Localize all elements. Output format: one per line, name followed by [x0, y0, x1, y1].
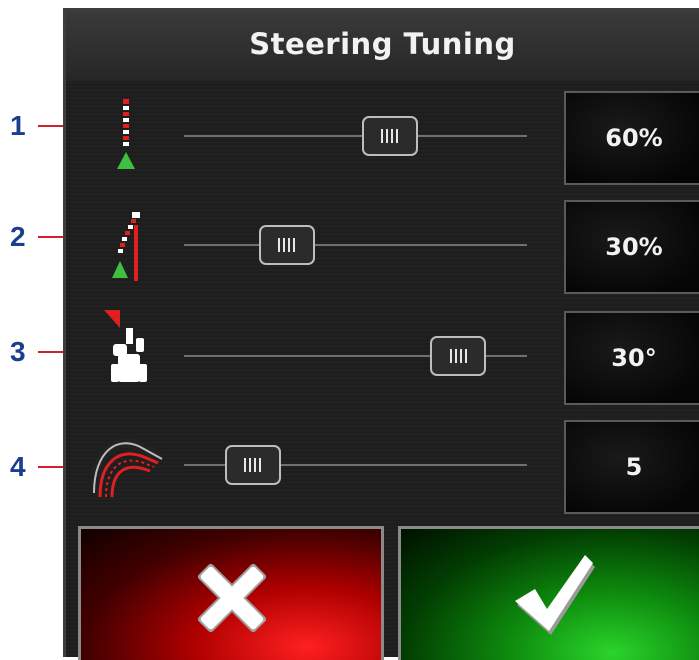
dialog-title: Steering Tuning: [249, 27, 516, 61]
value-box[interactable]: 30°: [564, 311, 699, 405]
callout-number: 2: [10, 221, 26, 252]
callout-2: 2: [10, 221, 78, 252]
tuning-row-4: 5: [66, 417, 699, 517]
tuning-row-1: 60%: [66, 88, 699, 188]
callout-4: 4: [10, 451, 78, 482]
value-text: 30%: [605, 233, 663, 261]
callout-number: 1: [10, 110, 26, 141]
value-box[interactable]: 30%: [564, 200, 699, 294]
x-icon: [197, 563, 267, 633]
slider-thumb[interactable]: [430, 336, 487, 376]
slider-thumb[interactable]: [361, 116, 418, 156]
steering-angle-icon: [96, 308, 156, 388]
value-text: 30°: [611, 344, 657, 372]
line-acquisition-aggressiveness-icon: [96, 96, 156, 176]
slider-thumb[interactable]: [258, 225, 315, 265]
checkmark-icon: [515, 555, 595, 635]
curve-response-icon: [88, 421, 168, 501]
slider-track[interactable]: [184, 135, 527, 137]
value-text: 60%: [605, 124, 663, 152]
callout-number: 4: [10, 451, 26, 482]
value-box[interactable]: 60%: [564, 91, 699, 185]
steering-tuning-dialog: Steering Tuning 60% 30% 30° 5: [63, 8, 699, 660]
value-box[interactable]: 5: [564, 420, 699, 514]
online-aggressiveness-icon: [96, 205, 156, 285]
title-bar: Steering Tuning: [66, 11, 699, 81]
tuning-row-3: 30°: [66, 308, 699, 408]
confirm-button[interactable]: [398, 526, 699, 660]
value-text: 5: [625, 453, 643, 481]
slider-track[interactable]: [184, 244, 527, 246]
tuning-row-2: 30%: [66, 197, 699, 297]
callout-3: 3: [10, 336, 78, 367]
callout-number: 3: [10, 336, 26, 367]
slider-thumb[interactable]: [224, 445, 281, 485]
cancel-button[interactable]: [78, 526, 384, 660]
callout-1: 1: [10, 110, 78, 141]
